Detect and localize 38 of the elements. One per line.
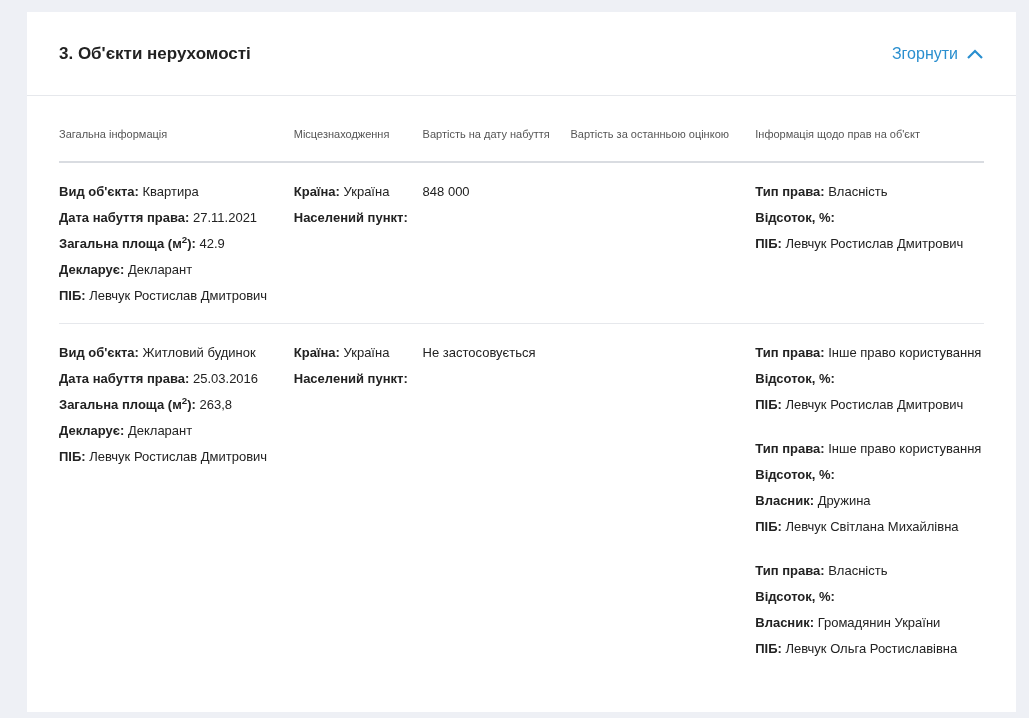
field-text: ПІБ: Левчук Світлана Михайлівна: [755, 518, 960, 536]
field-text: Відсоток, %:: [755, 466, 836, 484]
chevron-icon: [966, 47, 984, 60]
field-text: ПІБ: Левчук Ростислав Дмитрович: [59, 448, 269, 466]
field-text: Загальна площа (м$^{2}$): 42.9: [59, 233, 226, 253]
field-text: Відсоток, %:: [755, 588, 836, 606]
field-text: Декларує: Декларант: [59, 422, 194, 440]
cost-text: 848 000: [422, 183, 471, 201]
column-header: Вартість за останньою оцінкою: [570, 126, 730, 142]
collapse-toggle[interactable]: Згорнути: [891, 41, 984, 66]
field-text: Дата набуття права: 25.03.2016: [59, 370, 260, 388]
field-text: Вид об'єкта: Житловий будинок: [59, 344, 257, 362]
field-text: Країна: Україна: [293, 344, 391, 362]
field-text: ПІБ: Левчук Ростислав Дмитрович: [59, 287, 269, 305]
field-text: Тип права: Власність: [755, 183, 889, 201]
column-header: Загальна інформація: [59, 126, 169, 142]
field-text: Відсоток, %:: [755, 370, 836, 388]
field-text: Власник: Дружина: [755, 492, 872, 510]
field-text: ПІБ: Левчук Ольга Ростиславівна: [755, 640, 959, 658]
field-text: Власник: Громадянин України: [755, 614, 942, 632]
column-header: Місцезнаходження: [293, 126, 391, 142]
field-text: Відсоток, %:: [755, 209, 836, 227]
column-header: Інформація щодо прав на об'єкт: [755, 126, 921, 142]
cost-text: Не застосовується: [422, 344, 537, 362]
section-title: 3. Об'єкти нерухомості: [59, 42, 251, 65]
field-text: Тип права: Інше право користування: [755, 440, 983, 458]
field-text: Тип права: Інше право користування: [755, 344, 983, 362]
field-text: Населений пункт:: [293, 209, 409, 227]
field-text: Тип права: Власність: [755, 562, 889, 580]
field-text: Дата набуття права: 27.11.2021: [59, 209, 259, 227]
field-text: Країна: Україна: [293, 183, 391, 201]
field-text: Населений пункт:: [293, 370, 409, 388]
field-text: Вид об'єкта: Квартира: [59, 183, 200, 201]
field-text: Загальна площа (м$^{2}$): 263,8: [59, 394, 234, 414]
column-header: Вартість на дату набуття: [422, 126, 551, 142]
field-text: Декларує: Декларант: [59, 261, 194, 279]
field-text: ПІБ: Левчук Ростислав Дмитрович: [755, 235, 965, 253]
field-text: ПІБ: Левчук Ростислав Дмитрович: [755, 396, 965, 414]
